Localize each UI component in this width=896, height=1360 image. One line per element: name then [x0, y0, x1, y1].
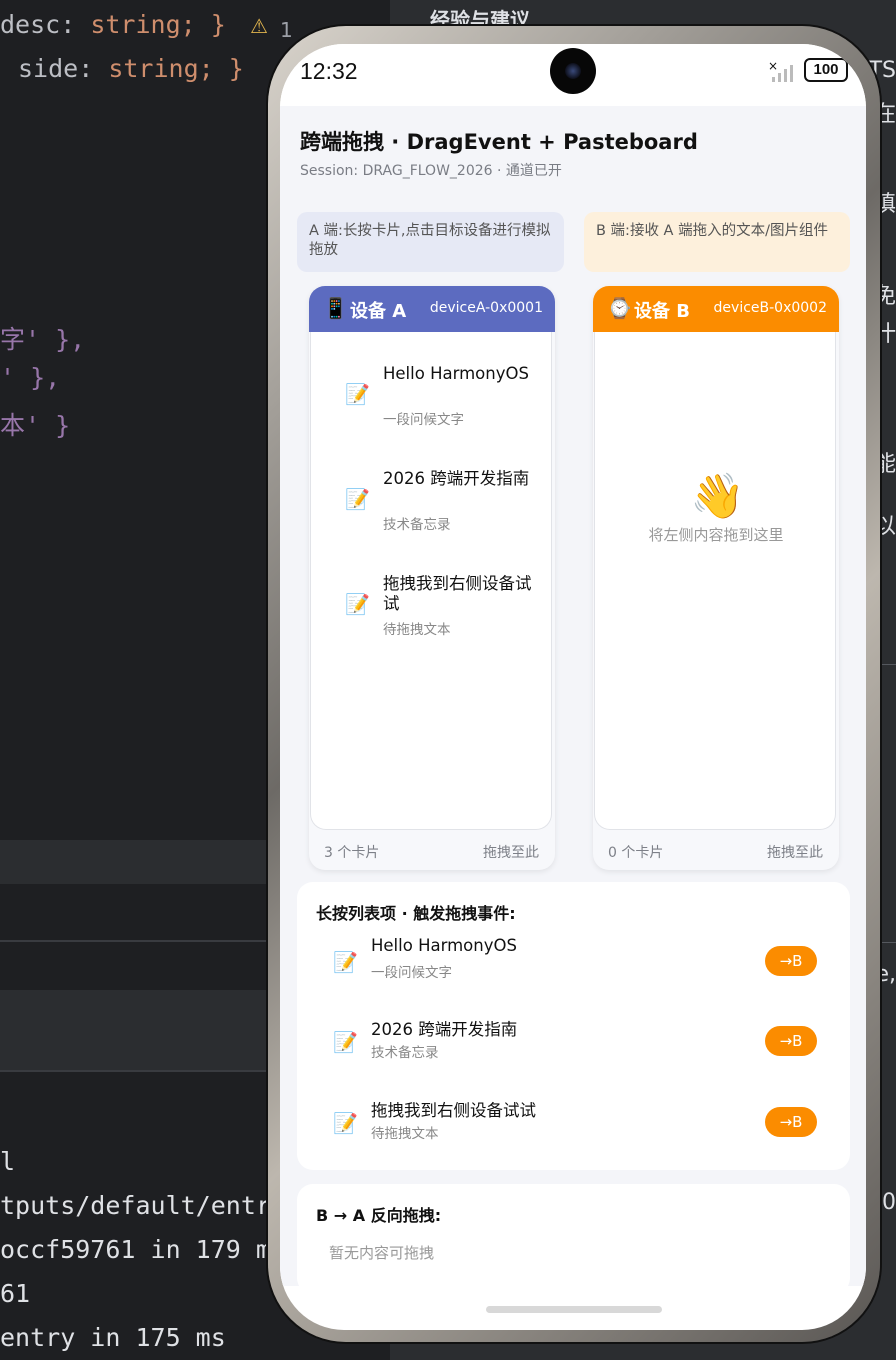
device-b-header: ⌚ 设备 B deviceB-0x0002 — [593, 286, 839, 332]
terminal-line: tputs/default/entr — [0, 1191, 271, 1220]
list-item-title: Hello HarmonyOS — [371, 936, 517, 955]
warning-count: 1 — [280, 18, 293, 42]
device-b-drop-zone[interactable]: 👋 将左侧内容拖到这里 — [594, 332, 836, 830]
memo-icon: 📝 — [333, 1111, 358, 1135]
divider — [880, 664, 896, 665]
front-camera — [550, 48, 596, 94]
memo-icon: 📝 — [345, 382, 370, 406]
status-bar: 12:32 × 100 — [280, 44, 866, 106]
list-item[interactable]: 📝 Hello HarmonyOS 一段问候文字 →B — [333, 936, 833, 986]
list-item-subtitle: 待拖拽文本 — [371, 1126, 439, 1142]
phone-screen: 12:32 × 100 跨端拖拽 · DragEvent + Pasteboar… — [280, 44, 866, 1330]
device-b-panel[interactable]: ⌚ 设备 B deviceB-0x0002 👋 将左侧内容拖到这里 0 个卡片 … — [593, 286, 839, 870]
warning-icon[interactable]: ⚠ — [250, 14, 268, 38]
card-title: 2026 跨端开发指南 — [383, 469, 530, 488]
send-to-b-button[interactable]: →B — [765, 1107, 817, 1137]
list-item-title: 2026 跨端开发指南 — [371, 1020, 518, 1039]
list-item[interactable]: 📝 拖拽我到右侧设备试试 待拖拽文本 →B — [333, 1097, 833, 1147]
code-line: 本' } — [0, 411, 71, 440]
code-line: desc: string; } — [0, 10, 226, 39]
card-title: Hello HarmonyOS — [383, 364, 529, 383]
phone-icon: 📱 — [323, 296, 348, 320]
drag-list-panel: 长按列表项 · 触发拖拽事件: 📝 Hello HarmonyOS 一段问候文字… — [297, 882, 850, 1170]
list-item[interactable]: 📝 2026 跨端开发指南 技术备忘录 →B — [333, 1016, 833, 1066]
send-to-b-button[interactable]: →B — [765, 1026, 817, 1056]
phone-frame: 12:32 × 100 跨端拖拽 · DragEvent + Pasteboar… — [268, 26, 880, 1342]
page-title: 跨端拖拽 · DragEvent + Pasteboard — [300, 130, 698, 154]
memo-icon: 📝 — [333, 950, 358, 974]
device-a-drop-zone[interactable]: 📝 Hello HarmonyOS 一段问候文字 📝 2026 跨端开发指南 技… — [310, 332, 552, 830]
ide-toolbar — [0, 840, 270, 884]
app-content: 跨端拖拽 · DragEvent + Pasteboard Session: D… — [280, 106, 866, 1286]
device-a-panel[interactable]: 📱 设备 A deviceA-0x0001 📝 Hello HarmonyOS … — [309, 286, 555, 870]
svg-text:×: × — [768, 60, 778, 73]
device-b-footer: 0 个卡片 拖拽至此 — [593, 834, 839, 864]
device-a-id: deviceA-0x0001 — [429, 300, 543, 316]
waving-hand-icon: 👋 — [690, 471, 745, 522]
reverse-drag-empty: 暂无内容可拖拽 — [329, 1244, 435, 1262]
device-b-name: 设备 B — [634, 301, 690, 322]
send-to-b-button[interactable]: →B — [765, 946, 817, 976]
docs-text-fragment: 0 — [882, 1190, 896, 1215]
device-b-card-count: 0 个卡片 — [608, 845, 664, 861]
code-line: 字' }, — [0, 325, 86, 354]
device-a-footer: 3 个卡片 拖拽至此 — [309, 834, 555, 864]
ide-code-editor: desc: string; } side: string; } 字' }, ' … — [0, 0, 270, 840]
divider — [880, 942, 896, 943]
memo-icon: 📝 — [345, 487, 370, 511]
list-item-subtitle: 一段问候文字 — [371, 965, 452, 981]
device-a-name: 设备 A — [350, 301, 407, 322]
card-subtitle: 技术备忘录 — [383, 517, 451, 533]
home-indicator[interactable] — [486, 1306, 662, 1313]
list-item-title: 拖拽我到右侧设备试试 — [371, 1101, 536, 1120]
terminal-line: 61 — [0, 1279, 31, 1308]
reverse-drag-heading: B → A 反向拖拽: — [316, 1206, 442, 1225]
status-time: 12:32 — [300, 58, 358, 84]
list-item-subtitle: 技术备忘录 — [371, 1045, 439, 1061]
card-title: 拖拽我到右侧设备试试 — [383, 574, 532, 613]
device-a-card-count: 3 个卡片 — [324, 845, 380, 861]
memo-icon: 📝 — [333, 1030, 358, 1054]
device-b-id: deviceB-0x0002 — [713, 300, 827, 316]
device-a-drop-label: 拖拽至此 — [483, 845, 539, 861]
watch-icon: ⌚ — [607, 296, 632, 320]
divider — [0, 940, 270, 942]
hint-device-b: B 端:接收 A 端拖入的文本/图片组件 — [584, 212, 850, 272]
card-subtitle: 待拖拽文本 — [383, 622, 451, 638]
hint-device-a: A 端:长按卡片,点击目标设备进行模拟拖放 — [297, 212, 564, 272]
ide-panel-header — [0, 990, 270, 1070]
card-subtitle: 一段问候文字 — [383, 412, 464, 428]
drag-list-heading: 长按列表项 · 触发拖拽事件: — [316, 904, 516, 923]
terminal-line: entry in 175 ms — [0, 1323, 226, 1352]
device-b-drop-label: 拖拽至此 — [767, 845, 823, 861]
code-line: side: string; } — [18, 54, 244, 83]
terminal-output: l tputs/default/entr occf59761 in 179 m … — [0, 1140, 271, 1360]
terminal-line: l — [0, 1147, 16, 1176]
drop-zone-hint: 将左侧内容拖到这里 — [648, 526, 784, 544]
memo-icon: 📝 — [345, 592, 370, 616]
divider — [0, 1070, 270, 1072]
reverse-drag-panel: B → A 反向拖拽: 暂无内容可拖拽 — [297, 1184, 850, 1286]
terminal-line: occf59761 in 179 m — [0, 1235, 271, 1264]
code-line: ' }, — [0, 363, 61, 392]
signal-icon: × — [768, 60, 793, 82]
session-info: Session: DRAG_FLOW_2026 · 通道已开 — [300, 163, 562, 179]
battery-icon: 100 — [804, 58, 848, 82]
device-a-header: 📱 设备 A deviceA-0x0001 — [309, 286, 555, 332]
